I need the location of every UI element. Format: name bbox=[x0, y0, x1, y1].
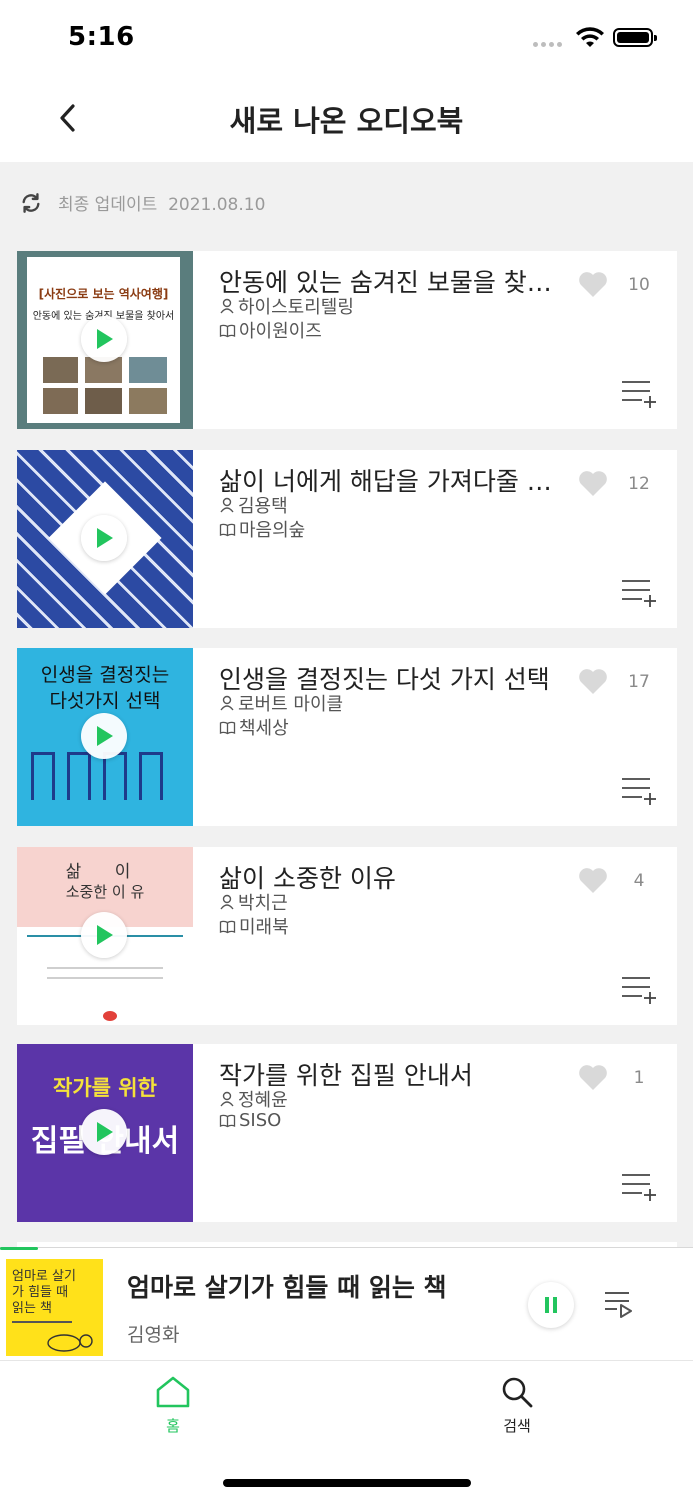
book-author: 김용택 bbox=[238, 496, 288, 517]
search-icon bbox=[502, 1377, 533, 1408]
tab-search[interactable]: 검색 bbox=[477, 1375, 557, 1436]
home-indicator bbox=[223, 1479, 471, 1487]
update-info: 최종 업데이트 2021.08.10 bbox=[20, 190, 265, 215]
book-card[interactable]: [사진으로 보는 역사여행] 안동에 있는 숨겨진 보물을 찾아서 안동에 있는… bbox=[17, 251, 677, 429]
book-card[interactable]: 작가를 위한 집필 안내서 작가를 위한 집필 안내서 정혜윤 SISO 1 bbox=[17, 1044, 677, 1222]
like-button[interactable]: 12 bbox=[578, 470, 654, 497]
play-icon bbox=[97, 329, 113, 349]
play-button[interactable] bbox=[81, 713, 127, 759]
book-publisher: 아이원이즈 bbox=[239, 321, 322, 342]
book-cover[interactable] bbox=[17, 450, 193, 628]
book-cover[interactable]: 삶 이 소중한 이 유 bbox=[17, 847, 193, 1025]
book-card[interactable]: 인생을 결정짓는 다섯가지 선택 인생을 결정짓는 다섯 가지 선택 로버트 마… bbox=[17, 648, 677, 826]
mini-player[interactable]: 엄마로 살기가 힘들 때 읽는 책 엄마로 살기가 힘들 때 읽는 책 김영화 bbox=[0, 1247, 693, 1360]
book-publisher: 책세상 bbox=[239, 718, 289, 739]
update-date: 2021.08.10 bbox=[168, 195, 266, 215]
book-card[interactable]: 삶 이 소중한 이 유 삶이 소중한 이유 박치근 미래북 4 bbox=[17, 847, 677, 1025]
book-author: 정혜윤 bbox=[238, 1090, 288, 1111]
tab-home-label: 홈 bbox=[166, 1417, 180, 1435]
home-icon bbox=[156, 1376, 190, 1408]
book-publisher: 마음의숲 bbox=[239, 520, 306, 541]
battery-icon bbox=[613, 28, 657, 47]
heart-icon bbox=[579, 1065, 607, 1090]
person-icon bbox=[220, 298, 234, 314]
playlist-add-icon[interactable] bbox=[620, 578, 656, 608]
person-icon bbox=[220, 695, 234, 711]
like-count: 12 bbox=[628, 473, 650, 494]
person-icon bbox=[220, 497, 234, 513]
book-publisher: 미래북 bbox=[239, 917, 289, 938]
like-count: 10 bbox=[628, 274, 650, 295]
cover-title: 삶 이 bbox=[65, 862, 145, 882]
playback-progress[interactable] bbox=[0, 1247, 39, 1250]
play-icon bbox=[97, 1122, 113, 1142]
now-playing-author: 김영화 bbox=[127, 1324, 180, 1346]
pause-icon bbox=[545, 1297, 557, 1313]
heart-icon bbox=[579, 669, 607, 694]
book-author: 하이스토리텔링 bbox=[238, 297, 354, 318]
book-publisher: SISO bbox=[239, 1110, 282, 1131]
book-icon bbox=[219, 920, 236, 933]
tab-bar: 홈 검색 bbox=[0, 1360, 693, 1500]
wifi-icon bbox=[576, 27, 604, 47]
now-playing-cover-text: 엄마로 살기가 힘들 때 읽는 책 bbox=[12, 1269, 76, 1316]
playlist-add-icon[interactable] bbox=[620, 379, 656, 409]
play-icon bbox=[97, 528, 113, 548]
cover-title: [사진으로 보는 역사여행] bbox=[38, 287, 169, 301]
update-label: 최종 업데이트 bbox=[58, 195, 158, 215]
playlist-queue-icon[interactable] bbox=[603, 1290, 633, 1318]
playlist-add-icon[interactable] bbox=[620, 975, 656, 1005]
play-icon bbox=[97, 726, 113, 746]
playlist-add-icon[interactable] bbox=[620, 1172, 656, 1202]
like-count: 17 bbox=[628, 671, 650, 692]
person-icon bbox=[220, 1091, 234, 1107]
play-button[interactable] bbox=[81, 515, 127, 561]
book-cover[interactable]: 작가를 위한 집필 안내서 bbox=[17, 1044, 193, 1222]
heart-icon bbox=[579, 272, 607, 297]
like-count: 1 bbox=[633, 1067, 645, 1088]
book-author: 박치근 bbox=[238, 893, 288, 914]
tab-search-label: 검색 bbox=[503, 1417, 531, 1435]
cellular-signal-icon bbox=[533, 42, 565, 48]
book-author: 로버트 마이클 bbox=[238, 694, 344, 715]
book-list[interactable]: 최종 업데이트 2021.08.10 [사진으로 보는 역사여행] 안동에 있는… bbox=[0, 162, 693, 1247]
play-button[interactable] bbox=[81, 912, 127, 958]
playlist-add-icon[interactable] bbox=[620, 776, 656, 806]
book-icon bbox=[219, 721, 236, 734]
like-button[interactable]: 1 bbox=[578, 1064, 654, 1091]
refresh-icon[interactable] bbox=[20, 192, 42, 214]
like-button[interactable]: 4 bbox=[578, 867, 654, 894]
book-cover[interactable]: 인생을 결정짓는 다섯가지 선택 bbox=[17, 648, 193, 826]
play-button[interactable] bbox=[81, 316, 127, 362]
book-cover[interactable]: [사진으로 보는 역사여행] 안동에 있는 숨겨진 보물을 찾아서 bbox=[17, 251, 193, 429]
now-playing-cover[interactable]: 엄마로 살기가 힘들 때 읽는 책 bbox=[6, 1259, 103, 1356]
book-card[interactable]: 삶이 너에게 해답을 가져다줄 것이다 김용택 마음의숲 12 bbox=[17, 450, 677, 628]
cover-subtitle: 다섯가지 선택 bbox=[49, 690, 161, 712]
person-icon bbox=[220, 894, 234, 910]
status-bar: 5:16 bbox=[0, 0, 693, 72]
now-playing-title[interactable]: 엄마로 살기가 힘들 때 읽는 책 bbox=[127, 1268, 447, 1304]
cover-title: 인생을 결정짓는 bbox=[40, 664, 170, 686]
book-icon bbox=[219, 523, 236, 536]
status-time: 5:16 bbox=[68, 22, 135, 52]
like-button[interactable]: 17 bbox=[578, 668, 654, 695]
tab-home[interactable]: 홈 bbox=[133, 1375, 213, 1436]
page-title: 새로 나온 오디오북 bbox=[229, 104, 464, 138]
heart-icon bbox=[579, 471, 607, 496]
cover-title: 작가를 위한 bbox=[53, 1076, 157, 1100]
play-button[interactable] bbox=[81, 1109, 127, 1155]
book-icon bbox=[219, 324, 236, 337]
pause-button[interactable] bbox=[528, 1282, 574, 1328]
play-icon bbox=[97, 925, 113, 945]
heart-icon bbox=[579, 868, 607, 893]
navigation-header: 새로 나온 오디오북 bbox=[0, 72, 693, 162]
like-count: 4 bbox=[633, 870, 645, 891]
like-button[interactable]: 10 bbox=[578, 271, 654, 298]
cover-subtitle: 소중한 이 유 bbox=[65, 883, 145, 901]
book-icon bbox=[219, 1114, 236, 1128]
